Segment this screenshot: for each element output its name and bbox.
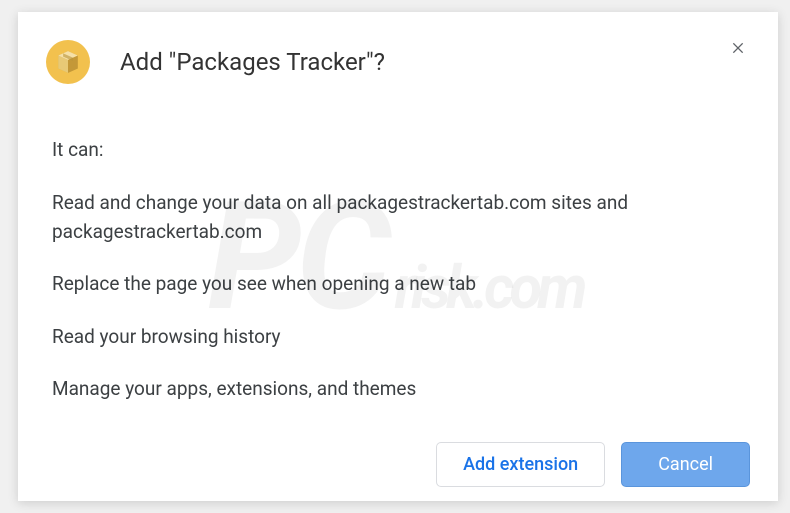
dialog-header: Add "Packages Tracker"? <box>46 34 750 84</box>
permissions-intro: It can: <box>52 138 750 161</box>
extension-install-dialog: Add "Packages Tracker"? It can: Read and… <box>18 12 778 501</box>
close-icon <box>730 40 746 56</box>
dialog-title: Add "Packages Tracker"? <box>120 48 385 76</box>
extension-icon <box>46 40 90 84</box>
dialog-buttons: Add extension Cancel <box>46 442 750 487</box>
add-extension-button[interactable]: Add extension <box>436 442 605 487</box>
permission-item: Replace the page you see when opening a … <box>52 270 750 299</box>
permission-item: Read and change your data on all package… <box>52 189 750 246</box>
permission-item: Manage your apps, extensions, and themes <box>52 375 750 404</box>
permission-item: Read your browsing history <box>52 323 750 352</box>
package-box-icon <box>55 49 81 75</box>
close-button[interactable] <box>726 36 750 60</box>
cancel-button[interactable]: Cancel <box>621 442 750 487</box>
dialog-content: It can: Read and change your data on all… <box>52 138 750 404</box>
